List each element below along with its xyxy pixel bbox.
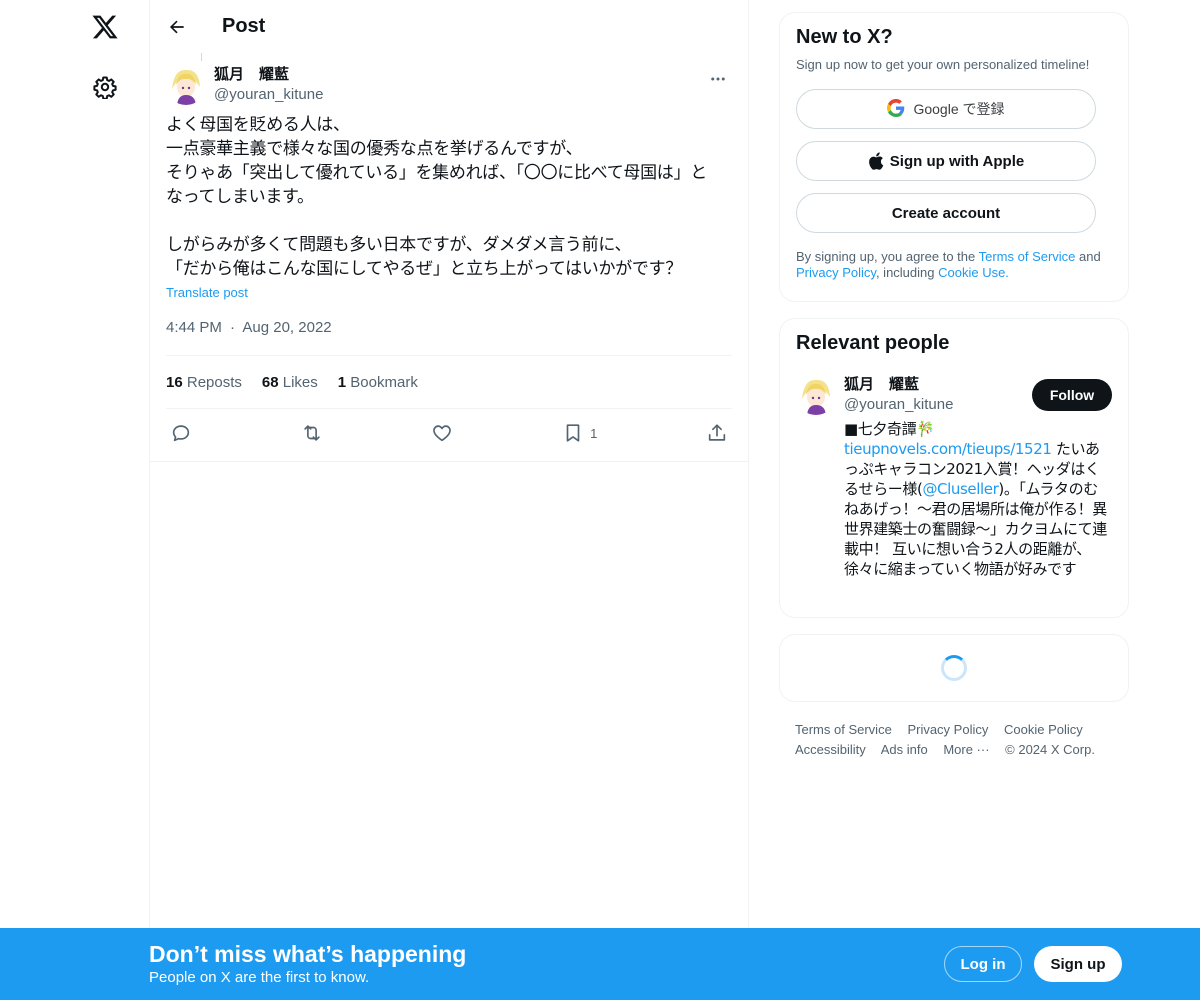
post: 狐月 耀藍 @youran_kitune よく母国を貶める人は、 一点豪華主義で… xyxy=(150,53,748,457)
post-text: よく母国を貶める人は、 一点豪華主義で様々な国の優秀な点を挙げるんですが、 そり… xyxy=(166,115,707,279)
arrow-left-icon[interactable] xyxy=(166,16,188,38)
left-nav xyxy=(0,0,150,1000)
terms-and: and xyxy=(1075,249,1101,264)
footer-privacy-link[interactable]: Privacy Policy xyxy=(907,722,988,737)
bookmarks-count: 1 xyxy=(337,373,347,391)
author-handle[interactable]: @youran_kitune xyxy=(214,85,323,105)
avatar[interactable] xyxy=(166,65,206,105)
bio-mention-link[interactable]: @Cluseller xyxy=(922,480,998,498)
cookie-use-link[interactable]: Cookie Use. xyxy=(938,265,1009,280)
terms-of-service-link[interactable]: Terms of Service xyxy=(979,249,1076,264)
bio-line: ■七夕奇譚🎋 xyxy=(844,420,935,438)
repost-icon[interactable] xyxy=(301,422,323,444)
footer-copyright: © 2024 X Corp. xyxy=(1005,742,1095,757)
google-signup-label: Google で登録 xyxy=(913,101,1005,117)
new-to-x-title: New to X? xyxy=(796,26,893,48)
timestamp-separator: · xyxy=(230,319,236,336)
divider xyxy=(150,461,749,462)
likes-count: 68 xyxy=(261,373,279,391)
apple-icon xyxy=(868,152,884,170)
person-item[interactable]: 狐月 耀藍 @youran_kitune ■七夕奇譚🎋 tieupnovels.… xyxy=(796,375,1112,579)
loading-card xyxy=(779,634,1129,702)
post-timestamp: 4:44 PM · Aug 20, 2022 xyxy=(166,318,732,356)
relevant-people-card: Relevant people 狐月 耀藍 @youran_kitune ■七夕… xyxy=(779,318,1129,618)
create-account-button[interactable]: Create account xyxy=(796,193,1096,233)
bookmark-count: 1 xyxy=(590,425,598,441)
footer-more-link[interactable]: More ··· xyxy=(943,742,989,757)
footer-terms-link[interactable]: Terms of Service xyxy=(795,722,892,737)
login-button[interactable]: Log in xyxy=(944,946,1022,982)
terms-prefix: By signing up, you agree to the xyxy=(796,249,979,264)
google-signup-button[interactable]: Google で登録 xyxy=(796,89,1096,129)
google-icon xyxy=(887,98,905,120)
likes-label: Likes xyxy=(282,373,318,391)
privacy-policy-link[interactable]: Privacy Policy xyxy=(796,265,876,280)
terms-including: , including xyxy=(875,265,939,280)
new-to-x-card: New to X? Sign up now to get your own pe… xyxy=(779,12,1129,302)
bookmark-action[interactable]: 1 xyxy=(562,422,597,444)
reposts-stat[interactable]: 16 Reposts xyxy=(166,374,242,391)
translate-post-link[interactable]: Translate post xyxy=(166,284,732,302)
post-time[interactable]: 4:44 PM xyxy=(166,319,222,336)
signup-terms: By signing up, you agree to the Terms of… xyxy=(796,249,1112,281)
person-bio: ■七夕奇譚🎋 tieupnovels.com/tieups/1521 たいあっぷ… xyxy=(844,419,1112,579)
footer-accessibility-link[interactable]: Accessibility xyxy=(795,742,866,757)
footer-ads-link[interactable]: Ads info xyxy=(881,742,928,757)
post-date[interactable]: Aug 20, 2022 xyxy=(242,319,331,336)
reply-icon[interactable] xyxy=(170,422,192,444)
new-to-x-subtitle: Sign up now to get your own personalized… xyxy=(796,57,1090,72)
x-logo-icon[interactable] xyxy=(88,10,122,44)
post-header: Post xyxy=(150,0,748,53)
signup-button[interactable]: Sign up xyxy=(1034,946,1122,982)
follow-button[interactable]: Follow xyxy=(1032,379,1112,411)
gear-icon[interactable] xyxy=(91,73,119,101)
loading-spinner-icon xyxy=(941,655,967,681)
relevant-people-title: Relevant people xyxy=(796,332,950,354)
author-names: 狐月 耀藍 @youran_kitune xyxy=(214,65,323,105)
reposts-count: 16 xyxy=(166,373,183,391)
share-icon[interactable] xyxy=(706,422,728,444)
main-column: Post 狐月 耀藍 @youran_kitune よく母国を貶める人は、 一点… xyxy=(149,0,749,1000)
bookmarks-label: Bookmark xyxy=(350,373,418,391)
banner-title: Don’t miss what’s happening xyxy=(149,941,467,967)
footer-cookie-link[interactable]: Cookie Policy xyxy=(1004,722,1083,737)
banner-subtitle: People on X are the first to know. xyxy=(149,969,370,986)
author-row: 狐月 耀藍 @youran_kitune xyxy=(166,53,732,113)
avatar[interactable] xyxy=(796,375,836,415)
post-stats: 16 Reposts 68 Likes 1 Bookmark xyxy=(166,356,732,409)
footer-links: Terms of Service Privacy Policy Cookie P… xyxy=(779,720,1129,760)
post-actions: 1 xyxy=(166,409,732,457)
author-display-name[interactable]: 狐月 耀藍 xyxy=(214,65,323,85)
likes-stat[interactable]: 68 Likes xyxy=(262,374,318,391)
thread-line xyxy=(201,53,202,61)
apple-signup-button[interactable]: Sign up with Apple xyxy=(796,141,1096,181)
like-icon[interactable] xyxy=(431,422,453,444)
signup-banner: Don’t miss what’s happening People on X … xyxy=(0,928,1200,1000)
bookmarks-stat[interactable]: 1 Bookmark xyxy=(338,374,418,391)
more-options-icon[interactable] xyxy=(706,67,730,91)
bio-link[interactable]: tieupnovels.com/tieups/1521 xyxy=(844,440,1052,458)
apple-signup-label: Sign up with Apple xyxy=(889,152,1025,170)
reposts-label: Reposts xyxy=(186,373,242,391)
right-sidebar: New to X? Sign up now to get your own pe… xyxy=(779,12,1129,760)
page-title: Post xyxy=(222,15,266,37)
bookmark-icon xyxy=(566,424,580,442)
